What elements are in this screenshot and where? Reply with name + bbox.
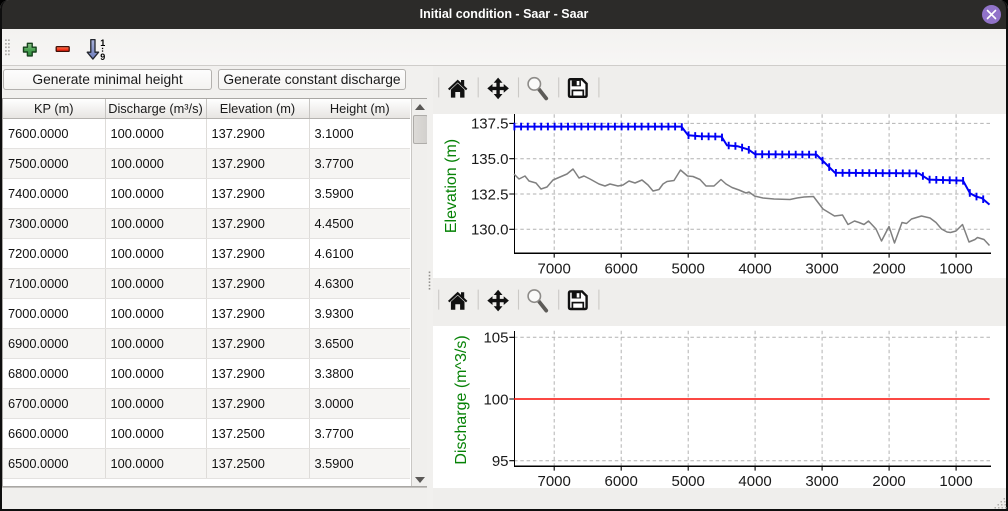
svg-text:100: 100 (483, 391, 508, 408)
svg-text:1000: 1000 (939, 473, 972, 490)
svg-text:105: 105 (483, 330, 508, 347)
svg-text:130.0: 130.0 (471, 222, 509, 239)
svg-text:4000: 4000 (738, 261, 771, 278)
svg-text:5000: 5000 (672, 473, 705, 490)
svg-text:3000: 3000 (805, 473, 838, 490)
svg-text:7000: 7000 (538, 473, 571, 490)
svg-text:Discharge (m^3/s): Discharge (m^3/s) (453, 335, 470, 464)
svg-text:135.0: 135.0 (471, 151, 509, 168)
svg-text:1: 1 (100, 38, 105, 48)
svg-text:2000: 2000 (872, 261, 905, 278)
svg-text:9: 9 (100, 52, 105, 62)
svg-text:6000: 6000 (605, 473, 638, 490)
svg-text:7000: 7000 (538, 261, 571, 278)
svg-text:137.5: 137.5 (471, 116, 509, 133)
svg-text:6000: 6000 (605, 261, 638, 278)
svg-text:5000: 5000 (672, 261, 705, 278)
svg-text:1000: 1000 (939, 261, 972, 278)
svg-text:2000: 2000 (872, 473, 905, 490)
svg-text:3000: 3000 (805, 261, 838, 278)
svg-text:95: 95 (492, 453, 509, 470)
svg-text:4000: 4000 (738, 473, 771, 490)
svg-text:132.5: 132.5 (471, 186, 509, 203)
svg-text:Elevation (m): Elevation (m) (443, 139, 460, 233)
